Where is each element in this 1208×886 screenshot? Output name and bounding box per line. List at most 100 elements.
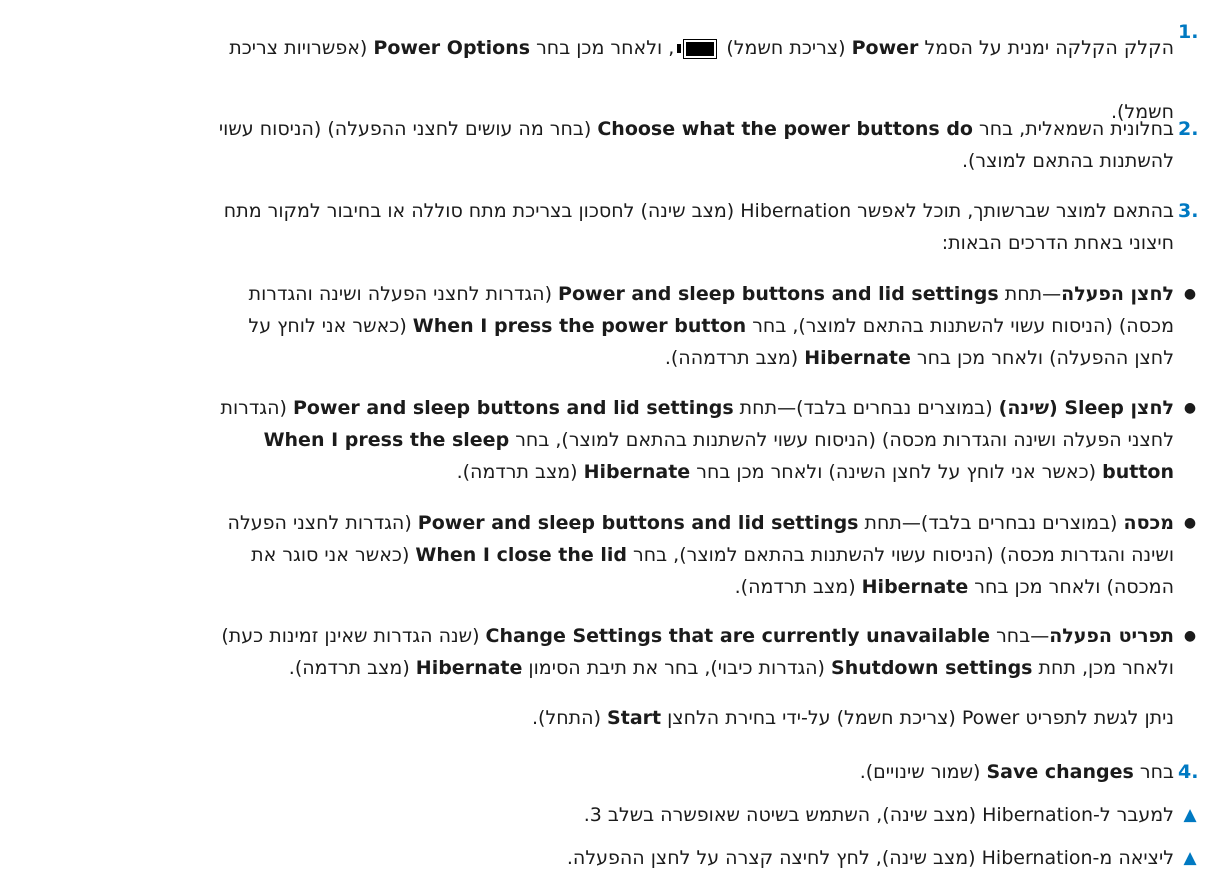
text-line: חיצוני באחת הדרכים הבאות:: [224, 227, 1174, 259]
step-number: 2.: [1178, 118, 1199, 140]
text-run: (מצב תרדמה).: [456, 461, 584, 483]
text-line: ליציאה מ-Hibernation (מצב שינה), לחץ לחי…: [567, 842, 1174, 874]
bullet-icon: ●: [1183, 286, 1197, 302]
text-run: ושינה והגדרות מכסה) (הניסוח עשוי להשתנות…: [626, 544, 1174, 566]
text-run: (כאשר אני לוחץ על לחצן השינה) ולאחר מכן …: [690, 461, 1103, 483]
text-run: להשתנות בהתאם למוצר).: [961, 150, 1174, 172]
text-run: (הגדרות לחצני הפעלה: [227, 512, 418, 534]
text-run: (בחר מה עושים לחצני ההפעלה) (הניסוח עשוי: [218, 118, 598, 140]
text-line: מכסה) (הניסוח עשוי להשתנות בהתאם למוצר),…: [248, 310, 1174, 342]
text-run: (כאשר אני לוחץ על: [248, 315, 413, 337]
text-run: (שמור שינויים).: [859, 761, 987, 783]
text-line: לחצני הפעלה ושינה והגדרות מכסה) (הניסוח …: [220, 424, 1174, 456]
text-run: חיצוני באחת הדרכים הבאות:: [941, 232, 1174, 254]
text-run: ניתן לגשת לתפריט Power (צריכת חשמל) על-י…: [661, 707, 1174, 729]
text-line: למעבר ל-Hibernation (מצב שינה), השתמש בש…: [584, 799, 1174, 831]
bold-term: When I press the sleep: [263, 429, 510, 451]
text-run: ולאחר מכן, תחת: [1032, 657, 1174, 679]
bullet-text: מכסה (במוצרים נבחרים בלבד)—תחת Power and…: [228, 507, 1174, 603]
bullet-text: לחצן Sleep (שינה) (במוצרים נבחרים בלבד)—…: [220, 392, 1174, 488]
bold-term: button: [1102, 461, 1174, 483]
bold-term: לחצן הפעלה: [1061, 283, 1174, 305]
text-run: , ולאחר מכן בחר: [530, 37, 675, 59]
bold-term: Power: [851, 37, 919, 59]
text-run: בחר: [1133, 761, 1174, 783]
bold-term: Change Settings that are currently unava…: [485, 625, 991, 647]
text-run: (הגדרות לחצני הפעלה ושינה והגדרות: [248, 283, 559, 305]
text-run: (אפשרויות צריכת: [229, 37, 374, 59]
bullet-icon: ●: [1183, 628, 1197, 644]
text-line: להשתנות בהתאם למוצר).: [219, 145, 1174, 177]
text-run: (הגדרות כיבוי), בחר את תיבת הסימון: [522, 657, 832, 679]
triangle-icon: ▲: [1183, 805, 1197, 825]
bold-term: תפריט הפעלה: [1049, 625, 1174, 647]
bold-term: Choose what the power buttons do: [597, 118, 973, 140]
text-run: (הגדרות: [220, 397, 293, 419]
text-line: button (כאשר אני לוחץ על לחצן השינה) ולא…: [220, 456, 1174, 488]
bold-term: Start: [607, 707, 662, 729]
text-run: —בחר: [990, 625, 1050, 647]
text-run: (צריכת חשמל): [720, 37, 852, 59]
text-run: בחלונית השמאלית, בחר: [972, 118, 1174, 140]
bold-term: Power and sleep buttons and lid settings: [417, 512, 859, 534]
bold-term: Save changes: [986, 761, 1134, 783]
text-run: לחצן ההפעלה) ולאחר מכן בחר: [910, 347, 1174, 369]
text-run: ליציאה מ-Hibernation (מצב שינה), לחץ לחי…: [566, 847, 1174, 869]
text-line: הקלק הקלקה ימנית על הסמל Power (צריכת חש…: [229, 16, 1174, 80]
bold-term: Power Options: [373, 37, 531, 59]
text-line: לחצן Sleep (שינה) (במוצרים נבחרים בלבד)—…: [220, 392, 1174, 424]
bold-term: Hibernate: [861, 576, 969, 598]
text-line: ושינה והגדרות מכסה) (הניסוח עשוי להשתנות…: [228, 539, 1174, 571]
bold-term: Hibernate: [583, 461, 691, 483]
text-run: הקלק הקלקה ימנית על הסמל: [918, 37, 1174, 59]
step-number: 4.: [1178, 761, 1199, 783]
text-run: (שנה הגדרות שאינן זמינות כעת): [221, 625, 486, 647]
tip-text: ליציאה מ-Hibernation (מצב שינה), לחץ לחי…: [567, 842, 1174, 874]
bold-term: לחצן Sleep (שינה): [998, 397, 1174, 419]
bullet-icon: ●: [1183, 400, 1197, 416]
bold-term: Shutdown settings: [831, 657, 1033, 679]
text-line: לחצן הפעלה—תחת Power and sleep buttons a…: [248, 278, 1174, 310]
text-run: לחצני הפעלה ושינה והגדרות מכסה) (הניסוח …: [509, 429, 1174, 451]
text-run: (כאשר אני סוגר את: [251, 544, 416, 566]
text-run: מכסה) (הניסוח עשוי להשתנות בהתאם למוצר),…: [746, 315, 1174, 337]
text-run: (מצב תרדמהה).: [664, 347, 805, 369]
bullet-text: תפריט הפעלה—בחר Change Settings that are…: [221, 620, 1174, 684]
text-line: לחצן ההפעלה) ולאחר מכן בחר Hibernate (מצ…: [248, 342, 1174, 374]
text-run: (התחל).: [532, 707, 608, 729]
triangle-icon: ▲: [1183, 848, 1197, 868]
bold-term: Power and sleep buttons and lid settings: [558, 283, 999, 305]
tip-text: למעבר ל-Hibernation (מצב שינה), השתמש בש…: [584, 799, 1174, 831]
text-run: למעבר ל-Hibernation (מצב שינה), השתמש בש…: [583, 804, 1174, 826]
battery-icon: [677, 39, 718, 59]
text-run: (במוצרים נבחרים בלבד)—תחת: [858, 512, 1124, 534]
document-page: 1. הקלק הקלקה ימנית על הסמל Power (צריכת…: [0, 0, 1208, 886]
text-run: —תחת: [998, 283, 1062, 305]
step-text: בחר Save changes (שמור שינויים).: [860, 756, 1174, 788]
text-run: (מצב תרדמה).: [734, 576, 862, 598]
step-number: 3.: [1178, 200, 1199, 222]
text-line: ניתן לגשת לתפריט Power (צריכת חשמל) על-י…: [532, 702, 1174, 734]
step-number: 1.: [1178, 21, 1199, 43]
bold-term: מכסה: [1123, 512, 1174, 534]
bold-term: When I press the power button: [412, 315, 747, 337]
text-line: בחר Save changes (שמור שינויים).: [860, 756, 1174, 788]
bullet-text: לחצן הפעלה—תחת Power and sleep buttons a…: [248, 278, 1174, 374]
text-run: (מצב תרדמה).: [288, 657, 416, 679]
bold-term: Hibernate: [415, 657, 523, 679]
text-line: מכסה (במוצרים נבחרים בלבד)—תחת Power and…: [228, 507, 1174, 539]
bullet-icon: ●: [1183, 515, 1197, 531]
bold-term: When I close the lid: [415, 544, 627, 566]
step-text: בחלונית השמאלית, בחר Choose what the pow…: [219, 113, 1174, 177]
note-text: ניתן לגשת לתפריט Power (צריכת חשמל) על-י…: [532, 702, 1174, 734]
text-line: בחלונית השמאלית, בחר Choose what the pow…: [219, 113, 1174, 145]
bold-term: Power and sleep buttons and lid settings: [292, 397, 734, 419]
text-run: המכסה) ולאחר מכן בחר: [968, 576, 1174, 598]
step-text: בהתאם למוצר שברשותך, תוכל לאפשר Hibernat…: [224, 195, 1174, 259]
text-line: תפריט הפעלה—בחר Change Settings that are…: [221, 620, 1174, 652]
bold-term: Hibernate: [804, 347, 911, 369]
text-line: בהתאם למוצר שברשותך, תוכל לאפשר Hibernat…: [224, 195, 1174, 227]
text-run: (במוצרים נבחרים בלבד)—תחת: [733, 397, 999, 419]
text-line: המכסה) ולאחר מכן בחר Hibernate (מצב תרדמ…: [228, 571, 1174, 603]
text-line: ולאחר מכן, תחת Shutdown settings (הגדרות…: [221, 652, 1174, 684]
